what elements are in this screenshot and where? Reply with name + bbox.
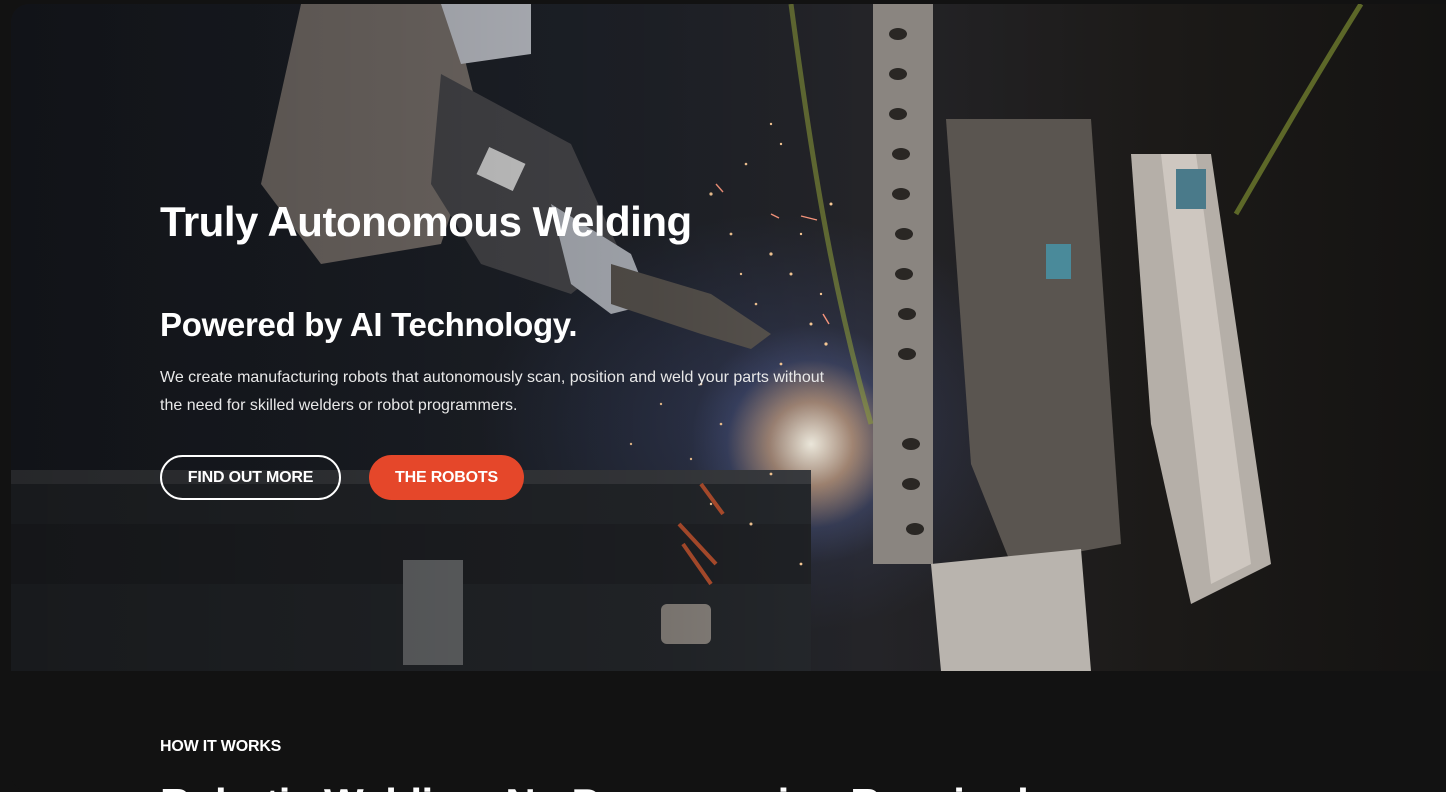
hero-title: Truly Autonomous Welding [160,198,692,245]
hero-section: Truly Autonomous Welding Powered by AI T… [11,4,1446,671]
hero-subtitle: Powered by AI Technology. [160,306,578,343]
how-it-works-eyebrow: HOW IT WORKS [160,738,282,755]
the-robots-button[interactable]: THE ROBOTS [369,455,524,500]
find-out-more-button[interactable]: FIND OUT MORE [160,455,341,500]
hero-description: We create manufacturing robots that auto… [160,369,825,414]
how-it-works-heading: Robotic Welding, No Programming Required [160,780,1029,792]
page-frame: Truly Autonomous Welding Powered by AI T… [11,4,1446,792]
